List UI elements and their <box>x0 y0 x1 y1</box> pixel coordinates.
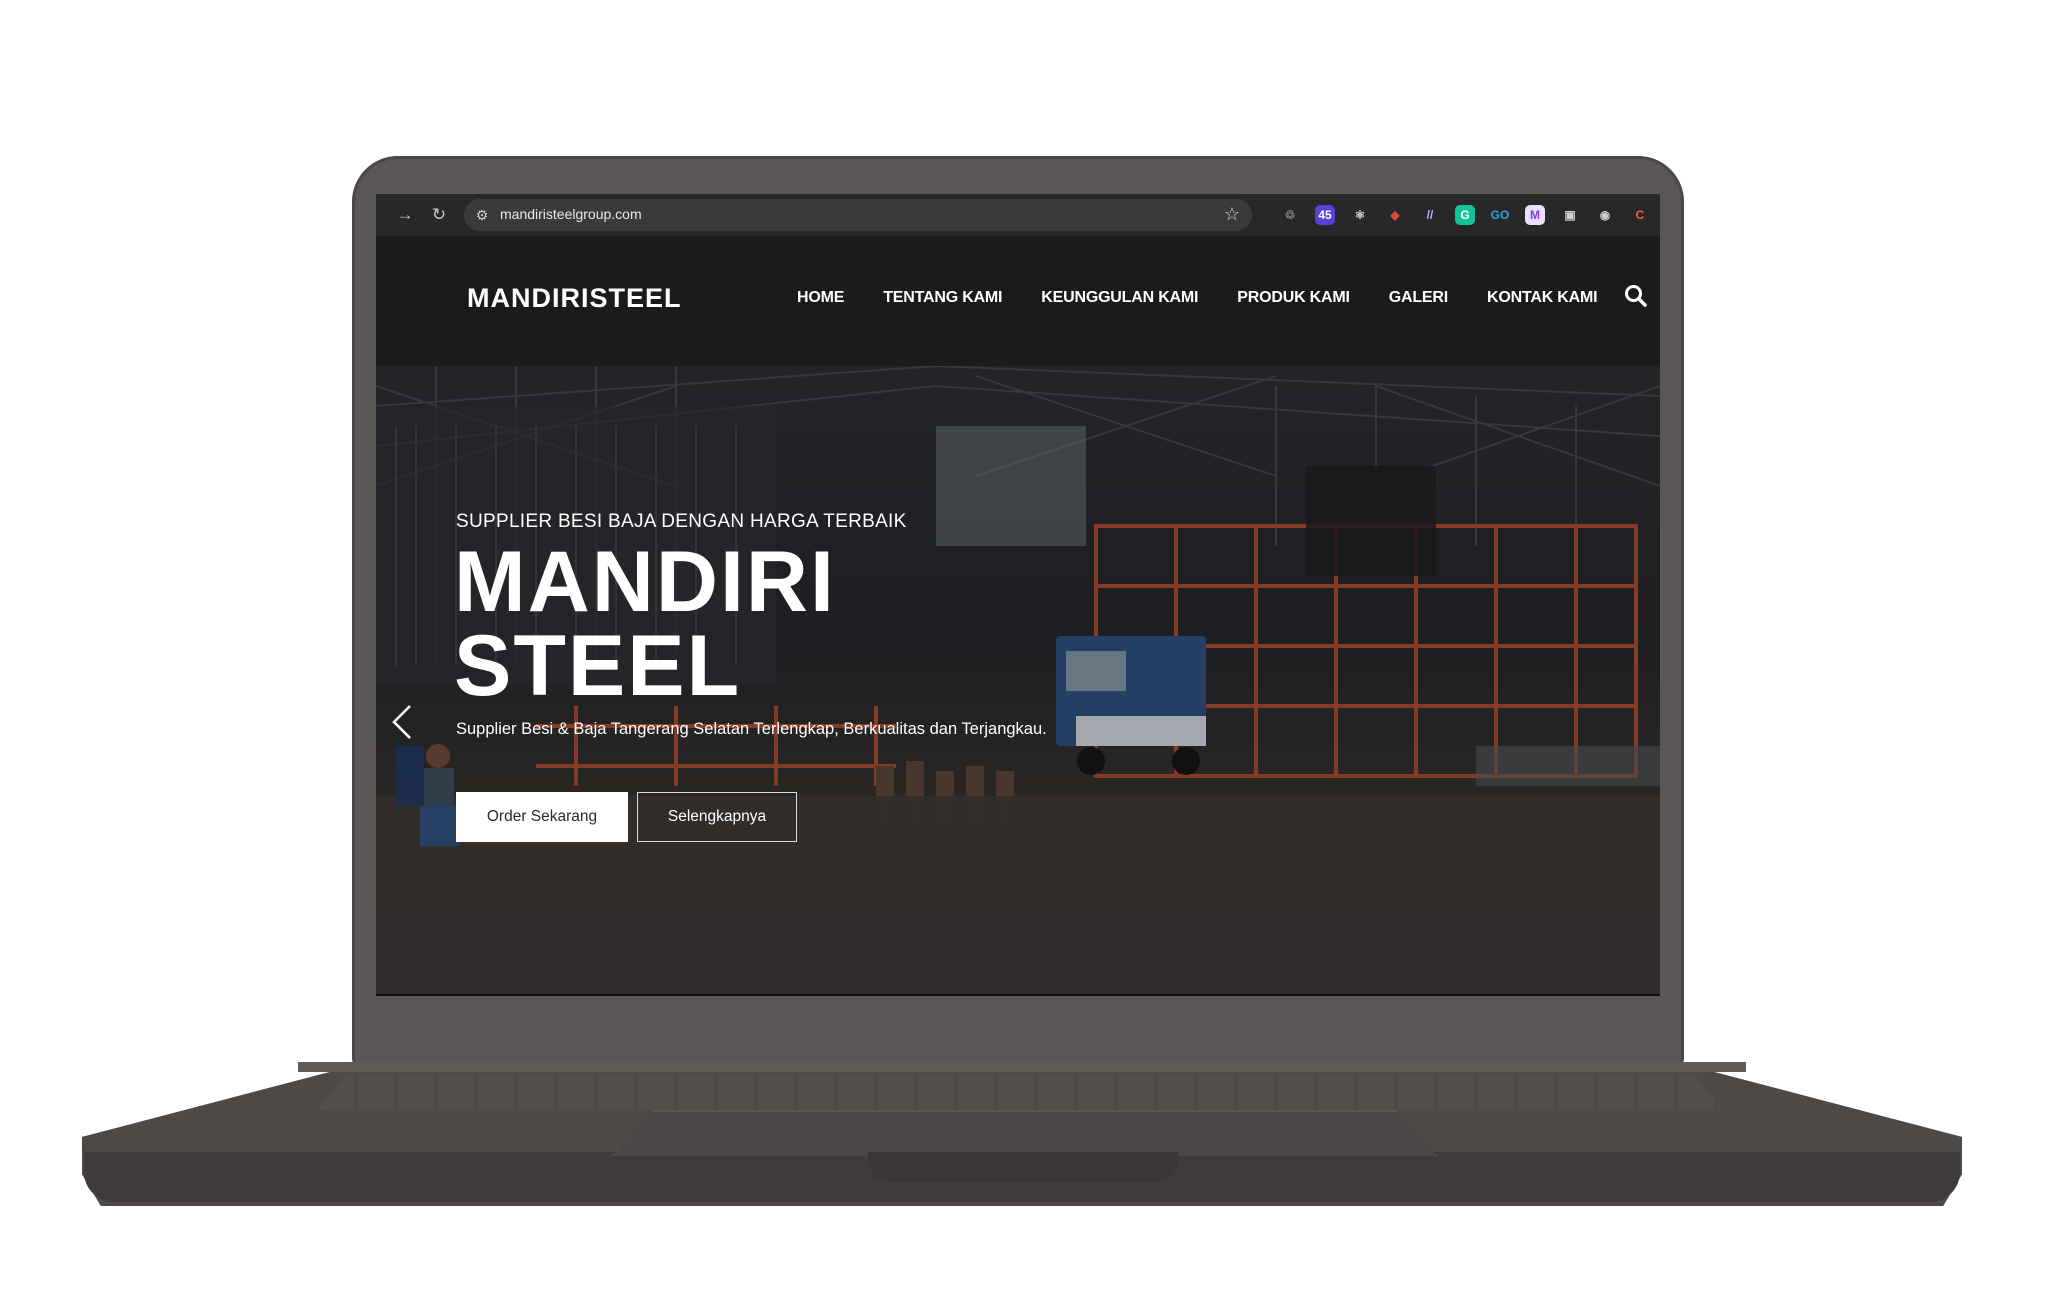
slider-prev-arrow-icon[interactable] <box>390 702 414 742</box>
nav-galeri[interactable]: GALERI <box>1389 289 1448 307</box>
nav-tentang-kami[interactable]: TENTANG KAMI <box>883 289 1002 307</box>
color-extension-icon[interactable]: ◆ <box>1385 205 1405 225</box>
nav-home[interactable]: HOME <box>797 289 844 307</box>
grammarly-extension-icon[interactable]: G <box>1455 205 1475 225</box>
laptop-trackpad <box>612 1110 1438 1156</box>
order-now-button[interactable]: Order Sekarang <box>456 792 628 842</box>
recycle-extension-icon[interactable]: ♲ <box>1280 205 1300 225</box>
hero-title-line-1: MANDIRI <box>454 534 836 630</box>
badge-extension-icon[interactable]: 45 <box>1315 205 1335 225</box>
url-text: mandiristeelgroup.com <box>500 206 642 222</box>
hero-kicker: SUPPLIER BESI BAJA DENGAN HARGA TERBAIK <box>456 511 907 532</box>
site-info-icon[interactable]: ⚙ <box>472 205 492 225</box>
mail-extension-icon[interactable]: M <box>1525 205 1545 225</box>
laptop-notch <box>868 1152 1178 1182</box>
hero-title-line-2: STEEL <box>454 618 742 714</box>
search-icon[interactable] <box>1623 283 1649 309</box>
hero-slider: SUPPLIER BESI BAJA DENGAN HARGA TERBAIK … <box>376 366 1660 994</box>
hero-title: MANDIRI STEEL <box>454 534 836 714</box>
hero-subtitle: Supplier Besi & Baja Tangerang Selatan T… <box>456 720 1047 738</box>
laptop-keyboard <box>318 1074 1722 1110</box>
bookmark-star-icon[interactable]: ☆ <box>1224 204 1240 225</box>
forward-icon[interactable]: → <box>392 202 418 228</box>
go-extension-icon[interactable]: GO <box>1490 205 1510 225</box>
c-extension-icon[interactable]: C <box>1630 205 1650 225</box>
main-nav: HOME TENTANG KAMI KEUNGGULAN KAMI PRODUK… <box>797 289 1636 307</box>
wave-extension-icon[interactable]: // <box>1420 205 1440 225</box>
screen-bottom-edge <box>376 994 1660 996</box>
nav-keunggulan-kami[interactable]: KEUNGGULAN KAMI <box>1041 289 1198 307</box>
site-logo[interactable]: MANDIRISTEEL <box>467 283 682 314</box>
learn-more-button[interactable]: Selengkapnya <box>637 792 797 842</box>
camera-extension-icon[interactable]: ◉ <box>1595 205 1615 225</box>
nav-kontak-kami[interactable]: KONTAK KAMI <box>1487 289 1598 307</box>
site-header: MANDIRISTEEL HOME TENTANG KAMI KEUNGGULA… <box>376 237 1660 359</box>
laptop-hinge <box>298 1062 1746 1072</box>
nav-produk-kami[interactable]: PRODUK KAMI <box>1237 289 1350 307</box>
address-bar[interactable]: ⚙ mandiristeelgroup.com ☆ <box>464 199 1252 231</box>
page-extension-icon[interactable]: ▣ <box>1560 205 1580 225</box>
laptop-screen: → ↻ ⚙ mandiristeelgroup.com ☆ ♲ 45 ⚛ ◆ // G GO… <box>376 194 1660 996</box>
reload-icon[interactable]: ↻ <box>426 202 452 228</box>
react-extension-icon[interactable]: ⚛ <box>1350 205 1370 225</box>
browser-toolbar: → ↻ ⚙ mandiristeelgroup.com ☆ ♲ 45 ⚛ ◆ // G GO… <box>376 194 1660 237</box>
